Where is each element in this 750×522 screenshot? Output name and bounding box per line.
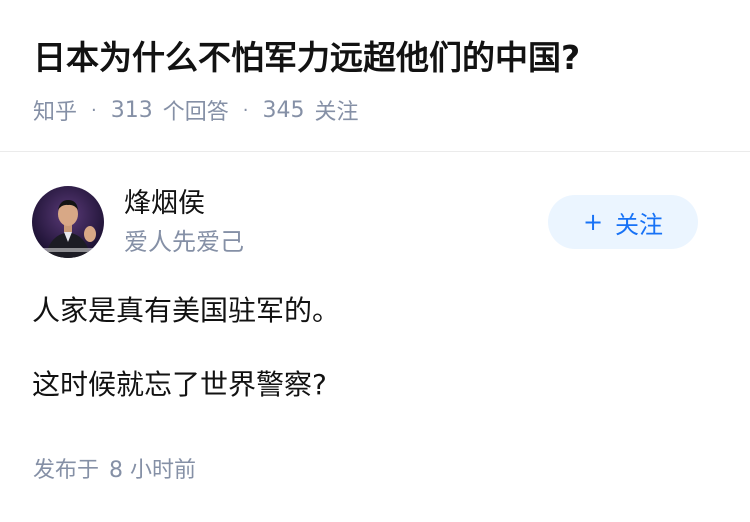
published-time: 8 小时前 bbox=[109, 458, 197, 483]
follow-button[interactable]: + 关注 bbox=[548, 195, 698, 249]
answer-count: 313 bbox=[110, 97, 153, 123]
author-name[interactable]: 烽烟侯 bbox=[124, 186, 205, 222]
divider bbox=[0, 151, 750, 152]
separator-dot: · bbox=[242, 99, 249, 121]
follow-button-label: 关注 bbox=[615, 210, 664, 239]
answer-count-label: 个回答 bbox=[162, 100, 229, 125]
separator-dot: · bbox=[91, 99, 97, 121]
question-title[interactable]: 日本为什么不怕军力远超他们的中国? bbox=[33, 34, 580, 82]
author-avatar[interactable] bbox=[32, 186, 104, 258]
follower-count: 345 bbox=[262, 97, 305, 123]
person-avatar-icon bbox=[32, 186, 104, 258]
question-meta: 知乎 · 313 个回答 · 345 关注 bbox=[33, 92, 359, 128]
plus-icon: + bbox=[582, 208, 604, 236]
source-label: 知乎 bbox=[33, 100, 78, 125]
author-bio: 爱人先爱己 bbox=[124, 228, 244, 256]
answer-paragraph: 人家是真有美国驻军的。 bbox=[32, 294, 341, 327]
answer-content: 人家是真有美国驻军的。 这时候就忘了世界警察? bbox=[32, 292, 340, 440]
follower-count-label: 关注 bbox=[314, 100, 359, 125]
published-label: 发布于 bbox=[33, 458, 100, 483]
answer-paragraph: 这时候就忘了世界警察? bbox=[32, 368, 327, 401]
answer-footer: 发布于 8 小时前 bbox=[33, 454, 196, 488]
